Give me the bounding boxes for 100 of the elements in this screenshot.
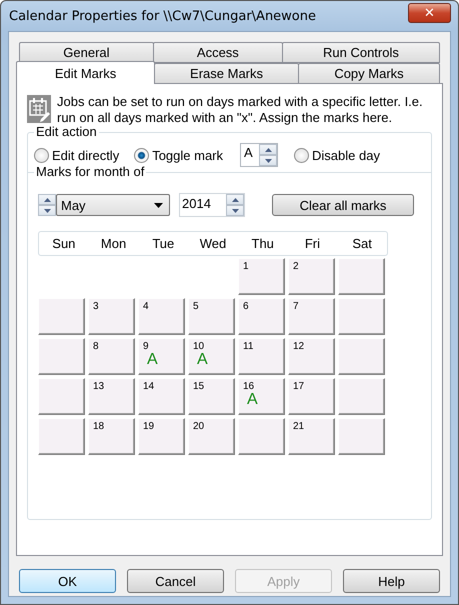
day-number: 17 (293, 381, 304, 392)
day-number: 2 (293, 261, 299, 272)
weekday-label: Mon (100, 236, 128, 251)
day-cell[interactable]: 1 (238, 258, 285, 295)
radio-button[interactable] (294, 148, 310, 162)
letter-spinner[interactable]: A (240, 143, 278, 167)
close-button[interactable]: ✕ (408, 3, 451, 23)
dialog-button[interactable]: Cancel (127, 569, 224, 593)
day-number: 14 (143, 381, 154, 392)
day-cell[interactable]: 19 (138, 418, 185, 455)
weekday-label: Thu (250, 236, 275, 251)
day-number: 19 (143, 421, 154, 432)
day-cell[interactable]: 17 (288, 378, 335, 415)
day-cell[interactable]: 21 (288, 418, 335, 455)
month-dropdown[interactable]: May (56, 194, 170, 216)
day-cell[interactable]: 15 (188, 378, 235, 415)
tab[interactable]: Copy Marks (298, 63, 440, 84)
day-cell[interactable]: 20 (188, 418, 235, 455)
tab[interactable]: Erase Marks (154, 63, 299, 84)
tab[interactable]: Edit Marks (16, 61, 156, 84)
day-cell[interactable]: 14 (138, 378, 185, 415)
day-number: 1 (243, 261, 249, 272)
day-cell[interactable]: 18 (88, 418, 135, 455)
day-mark: A (247, 392, 258, 408)
day-cell[interactable]: 12 (288, 338, 335, 375)
spin-up-button[interactable] (259, 144, 278, 155)
tab[interactable]: Access (152, 42, 283, 63)
year-spinner[interactable]: 2014 (179, 193, 245, 217)
tab[interactable]: General (19, 42, 154, 63)
down-arrow-icon (232, 208, 238, 212)
empty-day-cell[interactable] (338, 378, 385, 415)
day-cell[interactable]: 7 (288, 298, 335, 335)
clear-marks-button[interactable]: Clear all marks (272, 194, 414, 216)
day-number: 4 (143, 301, 149, 312)
up-arrow-icon (232, 198, 238, 202)
day-number: 8 (93, 341, 99, 352)
radio-label: Toggle mark (152, 148, 224, 162)
empty-day-cell[interactable] (338, 338, 385, 375)
day-cell[interactable]: 3 (88, 298, 135, 335)
section-title: Marks for month of (34, 164, 146, 179)
empty-day-cell[interactable] (38, 418, 85, 455)
radio-option[interactable]: Disable day (294, 148, 380, 162)
radio-button[interactable] (34, 148, 49, 162)
description-text: Jobs can be set to run on days marked with a specific letter. I.e. run on all days marked with an "x". Assign the marks here. (57, 94, 424, 126)
group-title: Edit action (34, 124, 99, 139)
day-cell[interactable]: 13 (88, 378, 135, 415)
day-number: 11 (243, 341, 254, 352)
up-arrow-icon (44, 198, 50, 202)
letter-value: A (243, 144, 254, 162)
day-number: 12 (293, 341, 304, 352)
empty-day-cell[interactable] (338, 298, 385, 335)
radio-option[interactable]: Toggle mark (134, 148, 224, 162)
day-cell[interactable]: 16 A (238, 378, 285, 415)
day-number: 20 (193, 421, 204, 432)
day-cell[interactable]: 5 (188, 298, 235, 335)
day-number: 6 (243, 301, 249, 312)
day-cell[interactable]: 10 A (188, 338, 235, 375)
day-cell[interactable]: 4 (138, 298, 185, 335)
radio-option[interactable]: Edit directly (34, 148, 120, 162)
weekday-label: Fri (304, 236, 321, 251)
empty-day-cell[interactable] (238, 418, 285, 455)
empty-day-cell[interactable] (338, 258, 385, 295)
day-cell[interactable]: 8 (88, 338, 135, 375)
day-cell[interactable]: 6 (238, 298, 285, 335)
day-number: 16 (243, 381, 254, 392)
dialog-button[interactable]: OK (19, 569, 116, 593)
empty-day-cell[interactable] (38, 338, 85, 375)
spin-down-button[interactable] (38, 205, 56, 216)
day-number: 3 (93, 301, 99, 312)
month-value: May (61, 198, 86, 212)
day-number: 5 (193, 301, 199, 312)
dropdown-arrow-icon (154, 202, 163, 208)
down-arrow-icon (44, 208, 50, 212)
spin-down-button[interactable] (226, 205, 244, 216)
empty-day-cell[interactable] (38, 378, 85, 415)
dialog-button[interactable]: Help (343, 569, 440, 593)
empty-day-cell[interactable] (38, 298, 85, 335)
radio-label: Edit directly (52, 148, 120, 162)
radio-button[interactable] (134, 148, 150, 162)
day-cell[interactable]: 9 A (138, 338, 185, 375)
empty-day-cell[interactable] (338, 418, 385, 455)
tab[interactable]: Run Controls (282, 42, 440, 63)
day-number: 15 (193, 381, 204, 392)
day-cell[interactable]: 11 (238, 338, 285, 375)
radio-label: Disable day (312, 148, 380, 162)
day-number: 9 (143, 341, 149, 352)
weekday-label: Wed (198, 236, 228, 251)
day-number: 13 (93, 381, 104, 392)
day-number: 7 (293, 301, 299, 312)
spin-up-button[interactable] (226, 194, 244, 205)
down-arrow-icon (264, 158, 272, 162)
spin-down-button[interactable] (259, 155, 278, 166)
day-mark: A (147, 352, 158, 368)
day-mark: A (197, 352, 208, 368)
spin-up-button[interactable] (38, 194, 56, 205)
up-arrow-icon (264, 148, 272, 152)
window-title: Calendar Properties for \\Cw7\Cungar\Anewone (9, 8, 316, 24)
year-value: 2014 (181, 195, 212, 213)
day-cell[interactable]: 2 (288, 258, 335, 295)
weekday-label: Tue (151, 236, 176, 251)
